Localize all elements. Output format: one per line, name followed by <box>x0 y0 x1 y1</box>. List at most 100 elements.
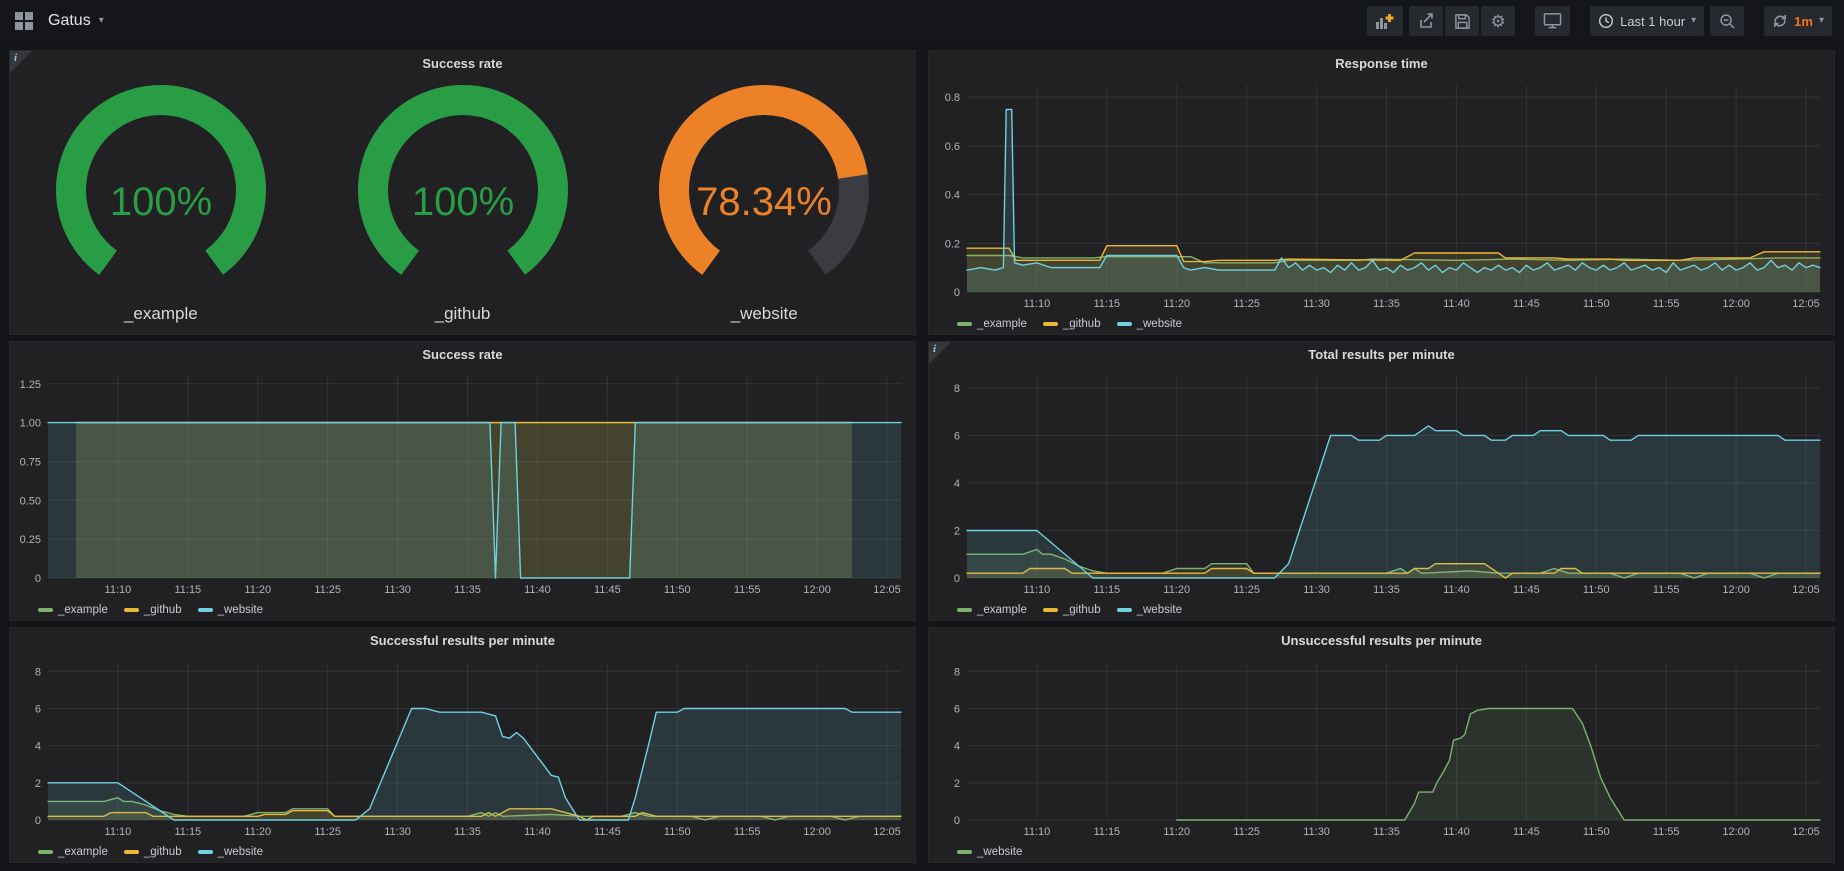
panel-info-corner[interactable]: i <box>10 51 32 73</box>
dashboard-title: Gatus <box>48 12 91 30</box>
legend-item-_github[interactable]: _github <box>124 604 182 616</box>
panel-unsuccessful-results: Unsuccessful results per minute 0246811:… <box>928 627 1835 863</box>
graph-legend: _example _github _website <box>929 314 1834 334</box>
graph-plot-area[interactable]: 0246811:1011:1511:2011:2511:3011:3511:40… <box>929 652 1834 842</box>
legend-item-_github[interactable]: _github <box>1043 604 1101 616</box>
legend-item-_github[interactable]: _github <box>124 846 182 858</box>
zoom-out-button[interactable] <box>1710 6 1744 36</box>
panel-title[interactable]: Unsuccessful results per minute <box>929 628 1834 652</box>
svg-text:6: 6 <box>954 430 960 442</box>
graph-plot-area[interactable]: 0246811:1011:1511:2011:2511:3011:3511:40… <box>929 366 1834 600</box>
panel-info-corner[interactable]: i <box>929 342 951 364</box>
svg-text:0: 0 <box>954 815 960 827</box>
graph-plot-area[interactable]: 00.20.40.60.811:1011:1511:2011:2511:3011… <box>929 75 1834 314</box>
legend-series-name: _example <box>58 604 108 616</box>
svg-text:4: 4 <box>954 478 960 490</box>
gauge-arc: 100% <box>11 77 311 302</box>
legend-item-_github[interactable]: _github <box>1043 318 1101 330</box>
svg-text:100%: 100% <box>411 180 513 224</box>
dashboard-title-dropdown[interactable]: Gatus ▾ <box>48 12 104 30</box>
refresh-button[interactable]: 1m ▾ <box>1764 6 1832 36</box>
legend-series-color <box>957 322 972 326</box>
legend-series-name: _website <box>1137 318 1182 330</box>
svg-text:11:15: 11:15 <box>1093 826 1120 838</box>
svg-text:11:45: 11:45 <box>594 584 621 596</box>
legend-item-_example[interactable]: _example <box>38 604 108 616</box>
chart-body: 0246811:1011:1511:2011:2511:3011:3511:40… <box>10 652 915 862</box>
legend-series-color <box>1117 322 1132 326</box>
svg-text:11:35: 11:35 <box>454 584 481 596</box>
svg-text:0: 0 <box>35 815 41 827</box>
svg-text:11:50: 11:50 <box>1583 826 1610 838</box>
svg-text:11:20: 11:20 <box>1163 826 1190 838</box>
svg-text:11:15: 11:15 <box>1093 584 1120 596</box>
legend-item-_example[interactable]: _example <box>957 604 1027 616</box>
svg-text:11:10: 11:10 <box>105 826 132 838</box>
legend-item-_website[interactable]: _website <box>1117 318 1182 330</box>
svg-text:12:00: 12:00 <box>803 584 831 596</box>
svg-text:11:50: 11:50 <box>1583 298 1610 310</box>
svg-text:11:20: 11:20 <box>244 826 271 838</box>
svg-text:11:15: 11:15 <box>174 584 201 596</box>
svg-text:12:05: 12:05 <box>873 826 901 838</box>
svg-text:11:35: 11:35 <box>454 826 481 838</box>
panel-title[interactable]: Success rate <box>10 342 915 366</box>
share-button[interactable] <box>1409 6 1443 36</box>
panel-title[interactable]: Successful results per minute <box>10 628 915 652</box>
add-panel-button[interactable] <box>1367 6 1403 36</box>
add-panel-icon <box>1375 13 1395 30</box>
legend-item-_website[interactable]: _website <box>1117 604 1182 616</box>
panel-title[interactable]: Response time <box>929 51 1834 75</box>
gauge-label: _github <box>435 302 491 332</box>
svg-text:6: 6 <box>35 703 41 715</box>
svg-text:11:50: 11:50 <box>664 826 691 838</box>
legend-item-_website[interactable]: _website <box>198 604 263 616</box>
svg-text:11:30: 11:30 <box>1303 826 1330 838</box>
legend-series-name: _example <box>58 846 108 858</box>
svg-text:11:30: 11:30 <box>384 826 411 838</box>
svg-text:12:00: 12:00 <box>1722 298 1750 310</box>
legend-item-_example[interactable]: _example <box>957 318 1027 330</box>
legend-item-_website[interactable]: _website <box>957 846 1022 858</box>
settings-button[interactable]: ⚙ <box>1481 6 1515 36</box>
graph-plot-area[interactable]: 0246811:1011:1511:2011:2511:3011:3511:40… <box>10 652 915 842</box>
info-icon: i <box>933 343 936 355</box>
chart-body: 0246811:1011:1511:2011:2511:3011:3511:40… <box>929 366 1834 620</box>
svg-text:11:40: 11:40 <box>1443 584 1470 596</box>
legend-series-name: _website <box>218 846 263 858</box>
zoom-out-icon <box>1719 13 1736 30</box>
save-button[interactable] <box>1445 6 1479 36</box>
svg-text:4: 4 <box>954 741 960 753</box>
panel-title[interactable]: Success rate <box>10 51 915 75</box>
clock-icon <box>1598 13 1614 29</box>
svg-text:11:30: 11:30 <box>1303 584 1330 596</box>
svg-text:11:55: 11:55 <box>1653 826 1680 838</box>
grafana-app: Gatus ▾ <box>0 0 1844 871</box>
dashboards-grid-icon[interactable] <box>12 9 36 33</box>
legend-series-color <box>124 608 139 612</box>
svg-text:11:30: 11:30 <box>384 584 411 596</box>
time-range-button[interactable]: Last 1 hour ▾ <box>1590 6 1704 36</box>
cycle-view-button[interactable] <box>1535 6 1570 36</box>
legend-item-_example[interactable]: _example <box>38 846 108 858</box>
chart-body: 0246811:1011:1511:2011:2511:3011:3511:40… <box>929 652 1834 862</box>
legend-series-name: _github <box>1063 604 1101 616</box>
legend-series-color <box>957 850 972 854</box>
svg-text:100%: 100% <box>110 180 212 224</box>
panel-title[interactable]: Total results per minute <box>929 342 1834 366</box>
graph-plot-area[interactable]: 00.250.500.751.001.2511:1011:1511:2011:2… <box>10 366 915 600</box>
time-range-label: Last 1 hour <box>1620 14 1685 29</box>
refresh-interval-label: 1m <box>1794 14 1813 29</box>
legend-series-name: _website <box>218 604 263 616</box>
legend-item-_website[interactable]: _website <box>198 846 263 858</box>
info-icon: i <box>14 52 17 64</box>
gauge-_github: 100% _github <box>312 77 614 332</box>
svg-text:12:00: 12:00 <box>1722 584 1750 596</box>
gauge-arc: 100% <box>313 77 613 302</box>
svg-text:0.50: 0.50 <box>20 495 41 507</box>
svg-text:0: 0 <box>954 287 960 299</box>
panel-successful-results: Successful results per minute 0246811:10… <box>9 627 916 863</box>
legend-series-name: _github <box>144 604 182 616</box>
svg-text:0: 0 <box>954 573 960 585</box>
svg-text:1.25: 1.25 <box>20 379 41 391</box>
